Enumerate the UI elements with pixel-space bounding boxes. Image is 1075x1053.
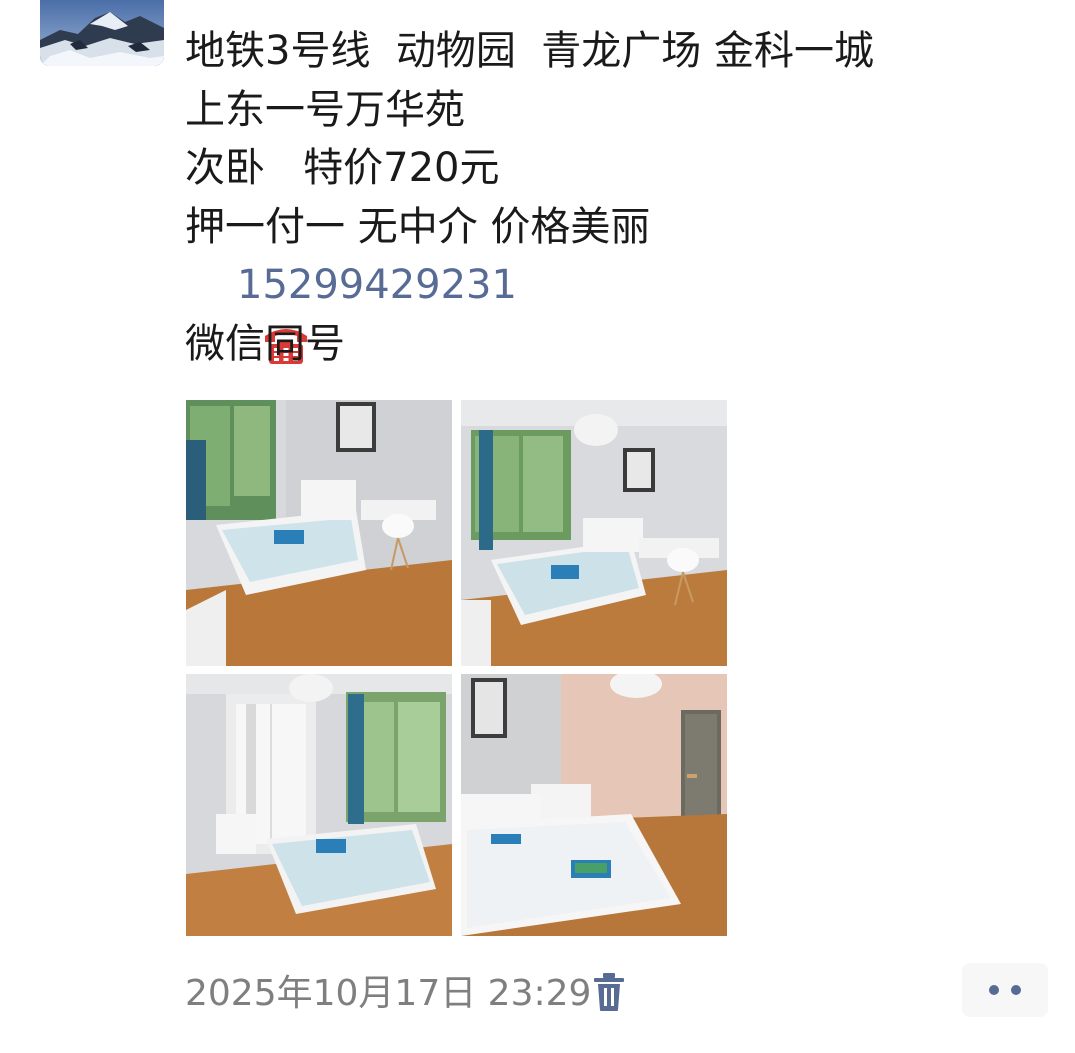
more-dots-icon: [989, 985, 999, 995]
post-text: 地铁3号线 动物园 青龙广场 金科一城 上东一号万华苑 次卧 特价720元 押一…: [185, 22, 1045, 373]
phone-icon: [185, 261, 308, 364]
post-line: 地铁3号线 动物园 青龙广场 金科一城: [185, 28, 875, 74]
phone-line: 15299429231: [185, 256, 1045, 364]
bedroom-photo-1[interactable]: [186, 400, 452, 666]
post-timestamp: 2025年10月17日 23:29: [185, 973, 592, 1014]
more-dots-icon: [1011, 985, 1021, 995]
more-options-button[interactable]: [962, 963, 1048, 1017]
post-line: 上东一号万华苑: [185, 86, 465, 133]
photo-grid: [186, 400, 728, 936]
phone-number-link[interactable]: 15299429231: [237, 256, 517, 315]
wechat-note: 微信同号: [185, 320, 345, 367]
avatar[interactable]: [40, 0, 164, 66]
bedroom-photo-4[interactable]: [461, 674, 727, 936]
mountain-avatar-icon: [40, 0, 164, 66]
post-line: 押一付一 无中介 价格美丽: [185, 203, 651, 250]
bedroom-photo-2[interactable]: [461, 400, 727, 666]
trash-icon[interactable]: [591, 972, 627, 1012]
bedroom-photo-3[interactable]: [186, 674, 452, 936]
post-line: 次卧 特价720元: [185, 145, 500, 191]
